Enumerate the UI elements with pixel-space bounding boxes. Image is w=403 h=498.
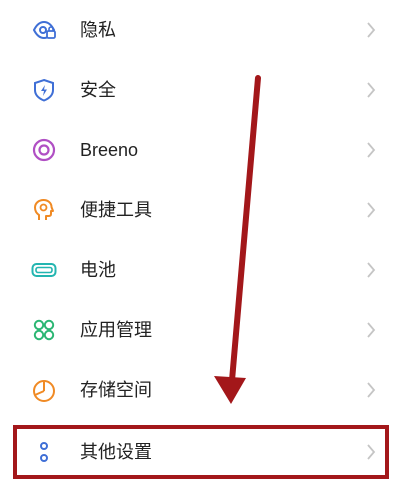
- chevron-right-icon: [365, 200, 377, 220]
- settings-item-privacy[interactable]: 隐私: [0, 0, 403, 60]
- more-dots-icon: [30, 438, 58, 466]
- settings-item-security[interactable]: 安全: [0, 60, 403, 120]
- settings-list: 隐私 安全 Breeno 便捷工具 电池 应用管理 存储空间 其他设置: [0, 0, 403, 498]
- settings-item-label: 电池: [80, 260, 116, 280]
- battery-icon: [30, 256, 58, 284]
- settings-item-other-settings[interactable]: 其他设置: [0, 422, 403, 482]
- settings-item-battery[interactable]: 电池: [0, 240, 403, 300]
- settings-item-app-management[interactable]: 应用管理: [0, 300, 403, 360]
- chevron-right-icon: [365, 320, 377, 340]
- chevron-right-icon: [365, 140, 377, 160]
- settings-item-convenience-tools[interactable]: 便捷工具: [0, 180, 403, 240]
- privacy-icon: [30, 16, 58, 44]
- settings-item-label: 存储空间: [80, 380, 152, 400]
- settings-item-label: 安全: [80, 80, 116, 100]
- chevron-right-icon: [365, 80, 377, 100]
- settings-item-label: Breeno: [80, 140, 139, 160]
- settings-item-label: 其他设置: [80, 442, 152, 462]
- apps-grid-icon: [30, 316, 58, 344]
- storage-pie-icon: [30, 376, 58, 404]
- chevron-right-icon: [365, 380, 377, 400]
- tools-icon: [30, 196, 58, 224]
- chevron-right-icon: [365, 260, 377, 280]
- shield-icon: [30, 76, 58, 104]
- settings-item-storage[interactable]: 存储空间: [0, 360, 403, 420]
- settings-item-label: 便捷工具: [80, 200, 152, 220]
- chevron-right-icon: [365, 442, 377, 462]
- settings-item-label: 隐私: [80, 20, 116, 40]
- settings-item-label: 应用管理: [80, 320, 152, 340]
- settings-item-breeno[interactable]: Breeno: [0, 120, 403, 180]
- breeno-icon: [30, 136, 58, 164]
- chevron-right-icon: [365, 20, 377, 40]
